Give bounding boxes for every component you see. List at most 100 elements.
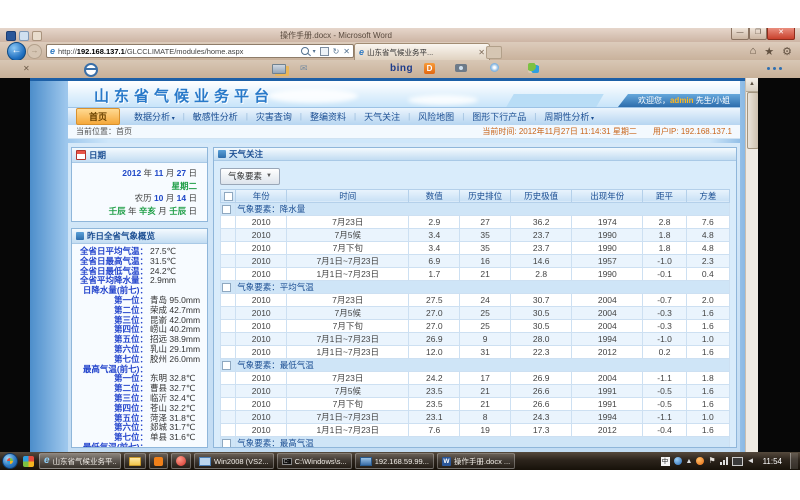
- group-checkbox[interactable]: [222, 361, 231, 370]
- stop-icon[interactable]: ✕: [343, 47, 350, 56]
- table-cell: 27: [460, 215, 511, 228]
- column-header: 方差: [686, 189, 729, 202]
- input-language-icon[interactable]: 中: [661, 457, 670, 466]
- blocked-content-icon[interactable]: [84, 63, 98, 77]
- page-scrollbar[interactable]: ▲: [745, 78, 758, 452]
- tray-expand-icon[interactable]: ▲: [686, 458, 693, 465]
- table-cell: -1.0: [643, 332, 686, 345]
- menu-item[interactable]: 整编资料: [302, 110, 354, 123]
- d-app-icon[interactable]: D: [424, 63, 435, 74]
- table-cell: 1991: [572, 397, 643, 410]
- menu-item[interactable]: 数据分析 ▾: [126, 110, 183, 123]
- taskbar-button[interactable]: e山东省气候业务平...: [39, 453, 121, 469]
- save-icon[interactable]: [19, 31, 29, 41]
- maximize-button[interactable]: ❐: [749, 28, 767, 40]
- table-row: 20107月23日2.92736.219742.87.6: [221, 215, 730, 228]
- orange-app-icon: [154, 457, 163, 466]
- table-cell: 7.6: [409, 423, 460, 436]
- quick-access-toolbar[interactable]: [6, 31, 42, 41]
- taskbar-button[interactable]: Win2008 (VS2...: [194, 453, 274, 469]
- tray-fox-icon[interactable]: [696, 457, 704, 465]
- scroll-up-icon[interactable]: ▲: [746, 78, 758, 92]
- taskbar-button[interactable]: [171, 453, 191, 469]
- group-checkbox[interactable]: [222, 439, 231, 448]
- table-cell: 3.4: [409, 228, 460, 241]
- more-options-icon[interactable]: [767, 67, 782, 70]
- network-icon[interactable]: [720, 457, 728, 465]
- camera-icon[interactable]: [455, 64, 467, 72]
- group-checkbox[interactable]: [222, 283, 231, 292]
- settings-gear-icon[interactable]: ⚙: [782, 45, 792, 58]
- cards-icon[interactable]: [272, 64, 286, 74]
- taskbar-button[interactable]: [124, 453, 146, 469]
- menu-item[interactable]: 灾害查询: [248, 110, 300, 123]
- word-app-icon: [6, 31, 16, 41]
- home-icon[interactable]: ⌂: [750, 45, 757, 58]
- taskbar-button[interactable]: [149, 453, 168, 469]
- table-cell: 7月23日: [287, 371, 409, 384]
- page-icon: [218, 150, 226, 158]
- taskbar-button[interactable]: 192.168.59.99...: [355, 453, 434, 469]
- menu-item[interactable]: 敏感性分析: [185, 110, 246, 123]
- element-filter-button[interactable]: 气象要素 ▼: [220, 168, 280, 185]
- table-row: 20107月下旬23.52126.61991-0.51.6: [221, 397, 730, 410]
- minimize-button[interactable]: —: [731, 28, 749, 40]
- taskbar-clock[interactable]: 11:54: [763, 457, 782, 466]
- menu-item[interactable]: 风险地图: [410, 110, 462, 123]
- speaker-icon[interactable]: ◄: [747, 457, 755, 465]
- table-cell: 1994: [572, 410, 643, 423]
- url-host: 192.168.137.1: [77, 47, 125, 56]
- display-icon[interactable]: [732, 457, 743, 466]
- table-cell: 1.8: [643, 228, 686, 241]
- table-cell: 3.4: [409, 241, 460, 254]
- browser-tab[interactable]: e 山东省气候业务平... ✕: [354, 43, 490, 60]
- favorites-star-icon[interactable]: ★: [764, 45, 774, 58]
- calendar-line: 星期二: [76, 180, 197, 193]
- sparkle-icon[interactable]: [490, 63, 499, 72]
- search-icon[interactable]: [301, 47, 309, 55]
- table-row: 20101月1日~7月23日1.7212.81990-0.10.4: [221, 267, 730, 280]
- table-row: 20107月5候3.43523.719901.84.8: [221, 228, 730, 241]
- chevron-down-icon: ▾: [170, 116, 175, 122]
- address-bar[interactable]: e http://192.168.137.1/GLCCLIMATE/module…: [46, 44, 354, 58]
- table-cell: 7月5候: [287, 306, 409, 319]
- tab-close-icon[interactable]: ✕: [478, 48, 485, 57]
- taskbar-button[interactable]: W操作手册.docx ...: [437, 453, 515, 469]
- show-desktop-button[interactable]: [790, 453, 798, 469]
- msn-icon[interactable]: [528, 63, 539, 73]
- select-all-checkbox[interactable]: [224, 192, 233, 201]
- table-row: 20107月下旬27.02530.52004-0.31.6: [221, 319, 730, 332]
- mail-icon[interactable]: ✉: [300, 63, 308, 74]
- table-cell: 2004: [572, 293, 643, 306]
- chevron-down-icon[interactable]: ▾: [313, 48, 316, 55]
- menu-item[interactable]: 天气关注: [356, 110, 408, 123]
- refresh-icon[interactable]: ↻: [333, 47, 340, 56]
- compatibility-view-icon[interactable]: [320, 47, 329, 56]
- table-cell: 2010: [236, 267, 287, 280]
- forward-button[interactable]: →: [27, 44, 42, 59]
- undo-icon[interactable]: [32, 31, 42, 41]
- menu-item-home[interactable]: 首页: [76, 108, 120, 125]
- menu-item[interactable]: 图形下行产品: [464, 110, 534, 123]
- taskbar-button[interactable]: C:C:\Windows\s...: [277, 453, 352, 469]
- desktop-black-right: [758, 78, 800, 452]
- action-center-flag-icon[interactable]: ⚑: [708, 457, 715, 465]
- browser-navbar: ← → e http://192.168.137.1/GLCCLIMATE/mo…: [0, 42, 800, 61]
- launcher-icon[interactable]: [23, 456, 34, 467]
- back-button[interactable]: ←: [7, 42, 26, 61]
- windows-taskbar: e山东省气候业务平... Win2008 (VS2...C:C:\Windows\…: [0, 452, 800, 470]
- tray-app-icon[interactable]: [674, 457, 682, 465]
- toolbar-close-icon[interactable]: ✕: [23, 64, 30, 73]
- calendar-line: 农历 10 月 14 日: [76, 192, 197, 205]
- new-tab-button[interactable]: [486, 46, 502, 59]
- table-cell: 7月下旬: [287, 397, 409, 410]
- table-cell: 7月下旬: [287, 241, 409, 254]
- bing-logo[interactable]: bing: [390, 63, 413, 74]
- row-indent-cell: [221, 319, 236, 332]
- start-button[interactable]: [2, 453, 18, 469]
- group-checkbox[interactable]: [222, 205, 231, 214]
- row-indent-cell: [221, 228, 236, 241]
- menu-item[interactable]: 周期性分析 ▾: [536, 110, 602, 123]
- table-row: 20107月5候23.52126.61991-0.51.6: [221, 384, 730, 397]
- close-button[interactable]: ✕: [767, 28, 795, 40]
